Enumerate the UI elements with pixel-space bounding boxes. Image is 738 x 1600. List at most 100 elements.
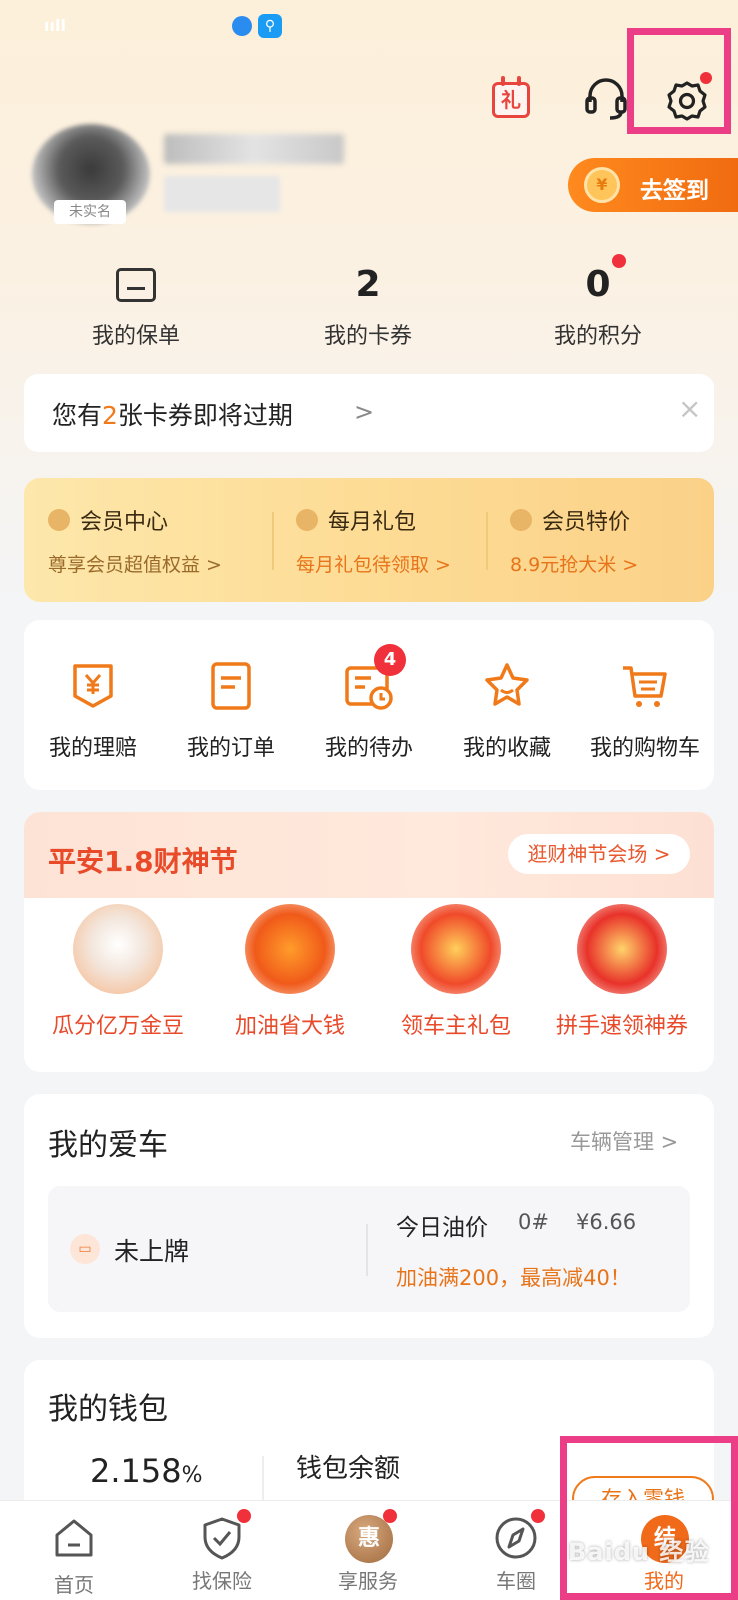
stat-value: 2: [355, 264, 381, 305]
expiring-count: 2: [102, 401, 118, 430]
baidu-watermark: Baidu 经验: [568, 1538, 710, 1566]
fuel-can-icon: [245, 904, 335, 994]
divider: [272, 512, 274, 570]
tab-services[interactable]: 惠 享服务: [308, 1509, 428, 1594]
shopping-cart-icon: [623, 666, 667, 707]
notification-search-icon: ⚲: [258, 14, 282, 38]
tab-notification-dot: [383, 1509, 397, 1523]
monthly-gift[interactable]: 每月礼包 每月礼包待领取 >: [296, 504, 516, 577]
gift-bag-icon: [296, 509, 318, 531]
service-label: 我的订单: [186, 736, 275, 761]
tab-label: 找保险: [192, 1569, 252, 1593]
signal-icon: ııll: [44, 16, 66, 35]
tab-insurance[interactable]: 找保险: [162, 1509, 282, 1594]
vehicle-management-link[interactable]: 车辆管理 >: [570, 1126, 678, 1156]
fuel-promo[interactable]: 加油满200，最高减40！: [396, 1262, 631, 1292]
service-label: 我的理赔: [48, 736, 137, 761]
compass-icon: [495, 1517, 537, 1559]
wallet-yield-rate[interactable]: 2.158%: [90, 1452, 203, 1490]
oil-price-label: 今日油价: [396, 1215, 488, 1241]
member-benefits-strip: 会员中心 尊享会员超值权益 > 每月礼包 每月礼包待领取 > 会员特价 8.9元…: [24, 478, 714, 602]
chevron-right-icon: >: [354, 398, 375, 426]
festival-card: 平安1.8财神节 逛财神节会场 > 瓜分亿万金豆 加油省大钱 领车主礼包 拼手速…: [24, 812, 714, 1072]
festival-header: 平安1.8财神节 逛财神节会场 >: [24, 812, 714, 898]
highlight-box-settings: [627, 28, 731, 134]
car-info-panel[interactable]: ▭ 未上牌 今日油价 0# ¥6.66 加油满200，最高减40！: [48, 1186, 690, 1312]
user-level-blurred: [164, 176, 280, 212]
todo-count-badge: 4: [374, 644, 406, 676]
coupon-expiry-notice[interactable]: 您有2张卡券即将过期 > ×: [24, 374, 714, 452]
panda-gold-icon: [73, 904, 163, 994]
stat-label: 我的保单: [91, 324, 180, 349]
member-sub: 尊享会员超值权益 >: [48, 554, 222, 576]
coupon-envelope-icon: [577, 904, 667, 994]
claims-yen-icon: [73, 664, 113, 708]
gift-calendar-icon[interactable]: 礼: [492, 76, 530, 118]
divider: [366, 1224, 368, 1276]
festival-item[interactable]: 加油省大钱: [204, 904, 376, 1040]
my-car-card: 我的爱车 车辆管理 > ▭ 未上牌 今日油价 0# ¥6.66 加油满200，最…: [24, 1094, 714, 1338]
service-claims[interactable]: 我的理赔: [24, 660, 162, 762]
wallet-title: 我的钱包: [48, 1392, 168, 1427]
service-label: 我的收藏: [462, 736, 551, 761]
shield-check-icon: [203, 1517, 241, 1560]
highlight-box-mine-tab: [560, 1436, 738, 1600]
festival-venue-link[interactable]: 逛财神节会场 >: [508, 834, 690, 874]
home-icon: [55, 1519, 93, 1557]
member-title: 会员中心: [80, 510, 169, 535]
tab-notification-dot: [531, 1509, 545, 1523]
notice-text: 您有2张卡券即将过期: [52, 401, 293, 430]
signin-button[interactable]: ¥ 去签到: [568, 158, 738, 212]
member-sub: 8.9元抢大米 >: [510, 554, 639, 576]
divider: [486, 512, 488, 570]
festival-item[interactable]: 瓜分亿万金豆: [32, 904, 204, 1040]
policy-icon: [116, 268, 156, 302]
order-list-icon: [211, 662, 251, 710]
price-tag-icon: [510, 509, 532, 531]
festival-title: 平安1.8财神节: [48, 845, 238, 878]
customer-service-icon[interactable]: [584, 76, 628, 122]
service-orders[interactable]: 我的订单: [162, 660, 300, 762]
tab-car-circle[interactable]: 车圈: [456, 1509, 576, 1594]
festival-label: 领车主礼包: [400, 1014, 511, 1039]
festival-item[interactable]: 拼手速领神券: [536, 904, 708, 1040]
plate-status: 未上牌: [114, 1237, 190, 1266]
service-label: 我的待办: [324, 736, 413, 761]
stat-value: 0: [585, 264, 611, 305]
tab-label: 首页: [54, 1573, 94, 1597]
member-center[interactable]: 会员中心 尊享会员超值权益 >: [48, 504, 268, 577]
tab-home[interactable]: 首页: [14, 1515, 134, 1598]
car-icon: ▭: [70, 1234, 100, 1264]
stat-coupons[interactable]: 2 我的卡券: [268, 262, 468, 350]
car-title: 我的爱车: [48, 1128, 168, 1163]
service-favorites[interactable]: 我的收藏: [438, 660, 576, 762]
festival-label: 拼手速领神券: [555, 1014, 688, 1039]
member-title: 会员特价: [542, 510, 631, 535]
username-blurred: [164, 134, 344, 164]
oil-price-value: ¥6.66: [576, 1210, 637, 1234]
wallet-balance-label[interactable]: 钱包余额: [296, 1448, 400, 1485]
gift-bag-icon: [411, 904, 501, 994]
my-services-card: 我的理赔 我的订单 我的待办 我的收藏 我的购物车 4: [24, 620, 714, 790]
member-special-price[interactable]: 会员特价 8.9元抢大米 >: [510, 504, 730, 577]
notification-app-icon: [232, 16, 252, 36]
stat-points[interactable]: 0 我的积分: [498, 262, 698, 350]
stat-label: 我的积分: [553, 324, 642, 349]
tab-notification-dot: [237, 1509, 251, 1523]
signin-label: 去签到: [640, 178, 709, 204]
tab-label: 车圈: [496, 1569, 536, 1593]
star-icon: [485, 663, 529, 706]
coin-icon: ¥: [584, 167, 620, 203]
verification-status-tag[interactable]: 未实名: [54, 200, 126, 224]
member-sub: 每月礼包待领取 >: [296, 554, 451, 576]
close-icon[interactable]: ×: [678, 392, 701, 425]
stat-policy[interactable]: 我的保单: [36, 262, 236, 350]
stat-label: 我的卡券: [323, 324, 412, 349]
member-crown-icon: [48, 509, 70, 531]
service-cart[interactable]: 我的购物车: [576, 660, 714, 762]
service-todo[interactable]: 我的待办: [300, 660, 438, 762]
oil-type: 0#: [518, 1210, 549, 1234]
points-notification-dot: [612, 254, 626, 268]
festival-item[interactable]: 领车主礼包: [370, 904, 542, 1040]
festival-label: 加油省大钱: [234, 1014, 345, 1039]
